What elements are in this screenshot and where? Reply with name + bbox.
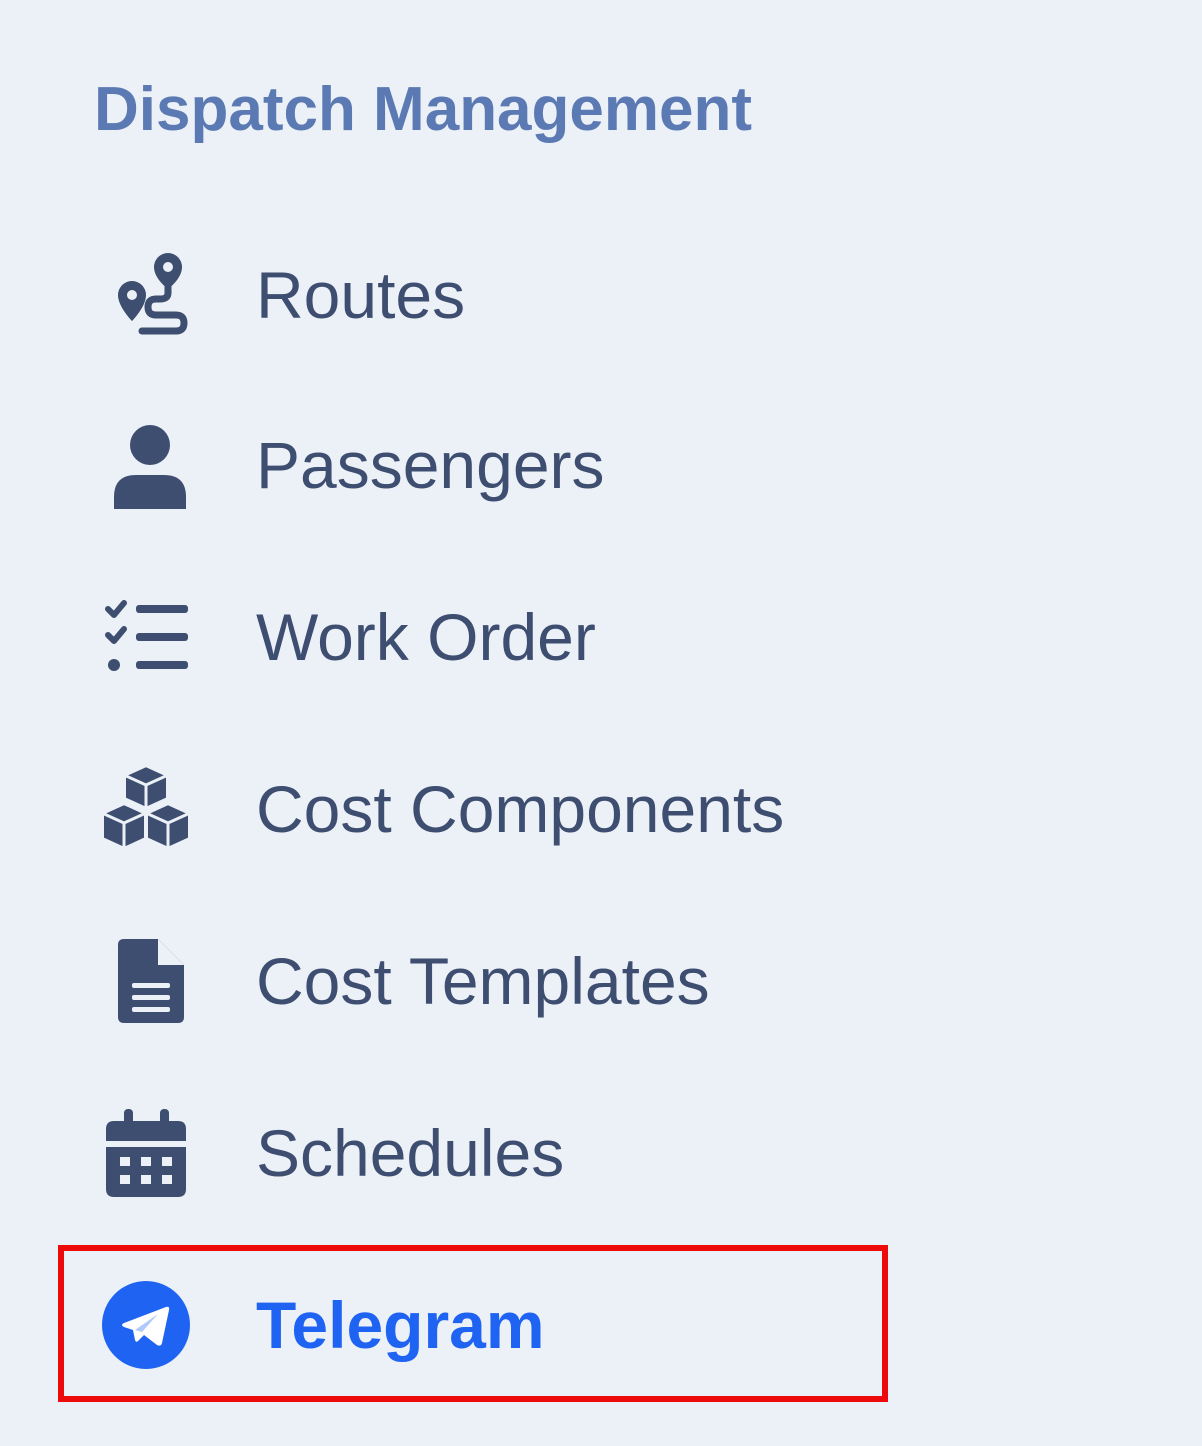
calendar-icon (94, 1101, 198, 1205)
sidebar-item-passengers[interactable]: Passengers (94, 410, 874, 520)
file-icon (94, 929, 198, 1033)
sidebar-item-label: Routes (256, 258, 466, 332)
sidebar-item-routes[interactable]: Routes (94, 240, 874, 350)
user-icon (94, 413, 198, 517)
sidebar-item-schedules[interactable]: Schedules (94, 1098, 874, 1208)
sidebar-item-cost-templates[interactable]: Cost Templates (94, 926, 874, 1036)
sidebar-item-label: Passengers (256, 428, 605, 502)
sidebar-item-label: Cost Components (256, 772, 785, 846)
highlight-box (58, 1245, 888, 1402)
checklist-icon (94, 585, 198, 689)
sidebar-item-label: Work Order (256, 600, 596, 674)
cubes-icon (94, 757, 198, 861)
sidebar-item-cost-components[interactable]: Cost Components (94, 754, 874, 864)
sidebar-item-label: Cost Templates (256, 944, 710, 1018)
section-title: Dispatch Management (94, 75, 753, 144)
route-icon (94, 243, 198, 347)
sidebar-item-work-order[interactable]: Work Order (94, 582, 874, 692)
sidebar-item-label: Schedules (256, 1116, 565, 1190)
